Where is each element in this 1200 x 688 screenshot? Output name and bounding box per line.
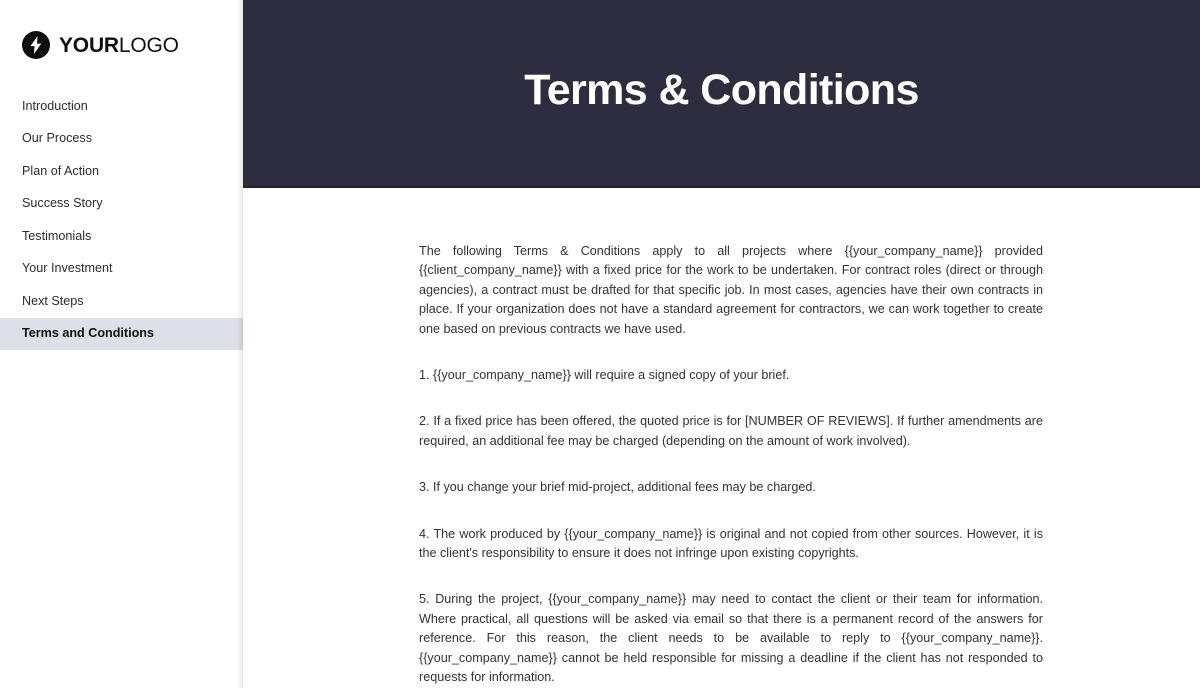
logo-text-bold: YOUR xyxy=(59,33,119,57)
paragraph-clause-4: 4. The work produced by {{your_company_n… xyxy=(419,526,1043,561)
paragraph-clause-1: 1. {{your_company_name}} will require a … xyxy=(419,368,790,383)
proposal-page: YOURLOGO Introduction Our Process Plan o… xyxy=(0,0,1200,688)
main-content: Terms & Conditions The following Terms &… xyxy=(243,0,1200,688)
lightning-bolt-icon xyxy=(22,31,50,59)
paragraph-clause-3: 3. If you change your brief mid-project,… xyxy=(419,480,816,495)
sidebar-item-plan-of-action[interactable]: Plan of Action xyxy=(0,155,243,188)
sidebar-item-label: Your Investment xyxy=(22,261,113,276)
sidebar-item-label: Plan of Action xyxy=(22,163,100,178)
sidebar-item-your-investment[interactable]: Your Investment xyxy=(0,253,243,286)
sidebar-item-label: Introduction xyxy=(22,98,88,113)
brand-logo[interactable]: YOURLOGO xyxy=(0,27,243,63)
sidebar-item-label: Our Process xyxy=(22,131,92,146)
sidebar-item-label: Testimonials xyxy=(22,228,92,243)
logo-text: YOURLOGO xyxy=(59,35,179,56)
sidebar-item-label: Terms and Conditions xyxy=(22,326,155,341)
sidebar-item-testimonials[interactable]: Testimonials xyxy=(0,220,243,253)
logo-text-light: LOGO xyxy=(118,33,179,57)
document-body: The following Terms & Conditions apply t… xyxy=(243,188,1200,688)
sidebar-item-label: Next Steps xyxy=(22,293,84,308)
sidebar-menu: Introduction Our Process Plan of Action … xyxy=(0,90,243,350)
page-title: Terms & Conditions xyxy=(524,65,919,114)
sidebar-item-label: Success Story xyxy=(22,196,103,211)
sidebar-item-success-story[interactable]: Success Story xyxy=(0,188,243,221)
sidebar-item-introduction[interactable]: Introduction xyxy=(0,90,243,123)
section-header-banner: Terms & Conditions xyxy=(243,0,1200,188)
sidebar-item-our-process[interactable]: Our Process xyxy=(0,123,243,156)
sidebar-item-terms-and-conditions[interactable]: Terms and Conditions xyxy=(0,317,243,350)
paragraph-intro: The following Terms & Conditions apply t… xyxy=(419,244,1043,336)
sidebar-item-next-steps[interactable]: Next Steps xyxy=(0,285,243,318)
paragraph-clause-2: 2. If a fixed price has been offered, th… xyxy=(419,414,1043,448)
paragraph-clause-5: 5. During the project, {{your_company_na… xyxy=(419,592,1043,685)
sidebar-navigation: YOURLOGO Introduction Our Process Plan o… xyxy=(0,0,243,688)
document-text-column: The following Terms & Conditions apply t… xyxy=(243,188,1200,688)
